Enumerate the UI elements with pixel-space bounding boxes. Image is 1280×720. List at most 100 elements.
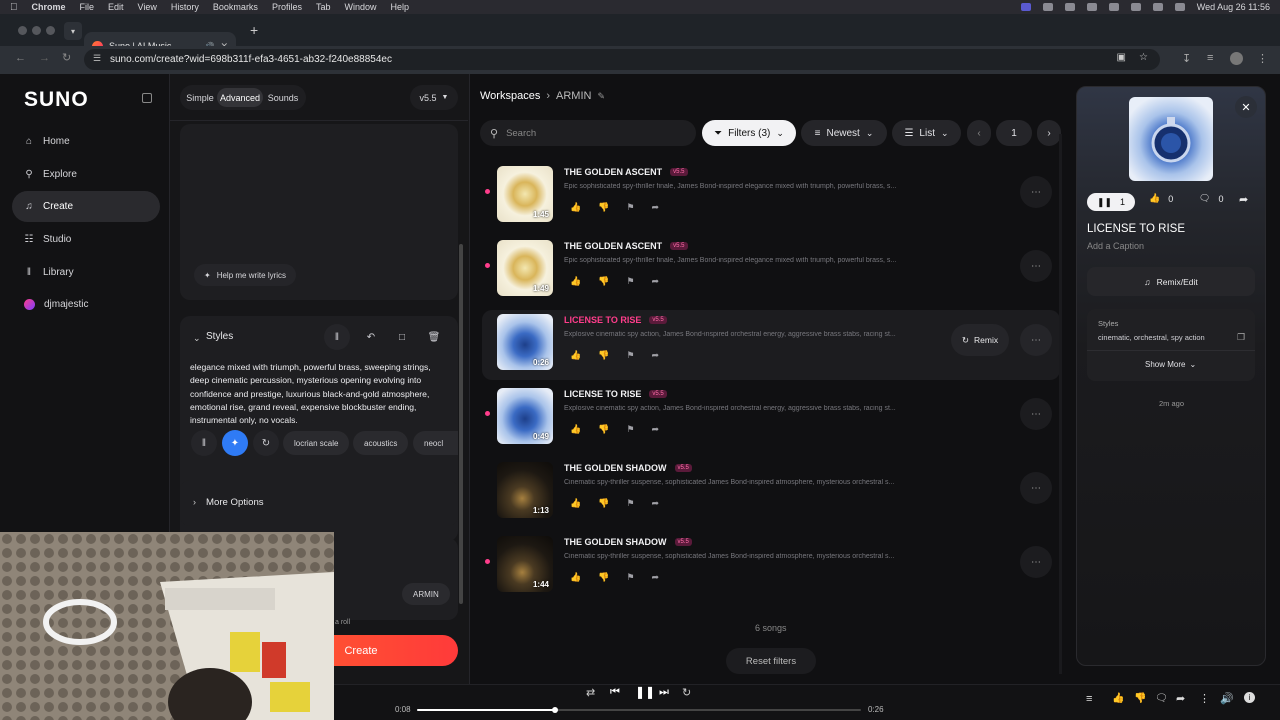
shuffle-icon[interactable]: ⇄: [586, 686, 595, 699]
page-number-input[interactable]: 1: [996, 120, 1032, 146]
caption-input[interactable]: Add a Caption: [1087, 241, 1144, 251]
thumbs-down-icon[interactable]: 👎: [598, 350, 609, 361]
mode-simple-tab[interactable]: Simple: [184, 88, 216, 107]
pin-icon[interactable]: ⚑: [626, 350, 634, 361]
more-options-card[interactable]: › More Options: [180, 480, 458, 526]
share-icon[interactable]: ➦: [652, 350, 660, 361]
chevron-down-icon[interactable]: ⌄: [193, 333, 201, 344]
song-row[interactable]: 1:49 THE GOLDEN ASCENT v5.5 Epic sophistica…: [482, 236, 1060, 306]
more-options-button[interactable]: ⋯: [1020, 176, 1052, 208]
menu-profiles[interactable]: Profiles: [272, 2, 302, 12]
next-track-icon[interactable]: ⏭: [659, 686, 669, 699]
song-row[interactable]: 1:13 THE GOLDEN SHADOW v5.5 Cinematic spy-t…: [482, 458, 1060, 528]
window-close-button[interactable]: [18, 26, 27, 35]
progress-track[interactable]: [417, 707, 861, 713]
song-title[interactable]: THE GOLDEN ASCENT: [564, 167, 662, 177]
share-icon[interactable]: ➦: [1176, 692, 1185, 705]
song-row[interactable]: 0:26 LICENSE TO RISE v5.5 Explosive cinemat…: [482, 310, 1060, 380]
menu-edit[interactable]: Edit: [108, 2, 124, 12]
status-battery-icon[interactable]: [1108, 3, 1119, 11]
pin-icon[interactable]: ⚑: [626, 202, 634, 213]
pin-icon[interactable]: ⚑: [626, 572, 634, 583]
undo-icon[interactable]: ↶: [358, 324, 384, 350]
thumbs-up-icon[interactable]: 👍: [1112, 693, 1124, 704]
delete-icon[interactable]: 🗑: [421, 324, 447, 350]
song-cover-art[interactable]: 0:49: [497, 388, 553, 444]
style-library-icon[interactable]: ‖: [191, 430, 217, 456]
menu-file[interactable]: File: [80, 2, 95, 12]
song-cover-art[interactable]: 0:26: [497, 314, 553, 370]
thumbs-up-icon[interactable]: 👍: [570, 424, 581, 435]
menu-window[interactable]: Window: [344, 2, 376, 12]
menu-history[interactable]: History: [171, 2, 199, 12]
magic-wand-icon[interactable]: ✦: [222, 430, 248, 456]
thumbs-up-icon[interactable]: 👍: [570, 350, 581, 361]
breadcrumb-workspaces[interactable]: Workspaces: [480, 90, 540, 102]
breadcrumb-current[interactable]: ARMIN: [556, 90, 591, 102]
reset-filters-button[interactable]: Reset filters: [726, 648, 816, 674]
mode-advanced-tab[interactable]: Advanced: [217, 88, 263, 107]
mode-sounds-tab[interactable]: Sounds: [265, 88, 301, 107]
reload-icon[interactable]: ↻: [62, 51, 71, 64]
remix-button[interactable]: ↻ Remix: [951, 324, 1009, 356]
thumbs-down-icon[interactable]: 👎: [598, 498, 609, 509]
thumbs-up-icon[interactable]: 👍: [570, 572, 581, 583]
thumbs-down-icon[interactable]: 👎: [598, 572, 609, 583]
sidebar-item-studio[interactable]: ☷ Studio: [12, 224, 160, 255]
info-icon[interactable]: i: [1244, 692, 1255, 703]
window-zoom-button[interactable]: [46, 26, 55, 35]
volume-icon[interactable]: 🔊: [1220, 692, 1234, 705]
share-icon[interactable]: ➦: [652, 276, 660, 287]
share-icon[interactable]: ➦: [652, 424, 660, 435]
sort-button[interactable]: ≡ Newest ⌄: [801, 120, 887, 146]
status-record-icon[interactable]: [1086, 3, 1097, 11]
more-options-button[interactable]: ⋯: [1020, 250, 1052, 282]
more-icon[interactable]: ⋮: [1199, 692, 1210, 705]
show-more-button[interactable]: Show More ⌄: [1145, 360, 1196, 369]
pin-icon[interactable]: ⚑: [626, 498, 634, 509]
status-wifi-icon[interactable]: [1130, 3, 1141, 11]
style-tag[interactable]: locrian scale: [283, 431, 350, 455]
thumbs-up-icon[interactable]: 👍: [570, 202, 581, 213]
style-tag[interactable]: neocl: [413, 431, 458, 455]
song-cover-art[interactable]: 1:13: [497, 462, 553, 518]
back-icon[interactable]: ←: [15, 52, 26, 64]
close-icon[interactable]: ✕: [1235, 96, 1257, 118]
play-count-button[interactable]: ❚❚ 1: [1087, 193, 1135, 211]
url-bar[interactable]: ☰ suno.com/create?wid=698b311f-efa3-4651…: [84, 49, 1160, 70]
next-page-button[interactable]: ›: [1037, 120, 1061, 146]
menu-app-name[interactable]: Chrome: [32, 2, 66, 12]
style-tag[interactable]: acoustics: [353, 431, 409, 455]
help-write-lyrics-button[interactable]: ✦ Help me write lyrics: [194, 264, 297, 286]
site-info-icon[interactable]: ☰: [93, 53, 101, 64]
sidebar-item-profile[interactable]: djmajestic: [12, 289, 160, 320]
tab-search-icon[interactable]: ▾: [64, 22, 82, 40]
menu-view[interactable]: View: [138, 2, 157, 12]
install-app-icon[interactable]: ▣: [1117, 52, 1126, 63]
thumbs-down-icon[interactable]: 👎: [598, 202, 609, 213]
like-button[interactable]: 👍 0: [1149, 193, 1173, 204]
more-options-button[interactable]: ⋯: [1020, 546, 1052, 578]
status-search-icon[interactable]: [1152, 3, 1163, 11]
thumbs-up-icon[interactable]: 👍: [570, 276, 581, 287]
status-display-icon[interactable]: [1064, 3, 1075, 11]
copy-icon[interactable]: ❐: [1237, 332, 1245, 343]
save-style-icon[interactable]: □: [389, 324, 415, 350]
song-cover-art[interactable]: 1:45: [497, 166, 553, 222]
previous-page-button[interactable]: ‹: [967, 120, 991, 146]
suno-logo[interactable]: SUNO: [24, 88, 89, 112]
more-options-button[interactable]: ⋯: [1020, 398, 1052, 430]
song-cover-art[interactable]: 1:49: [497, 240, 553, 296]
thumbs-up-icon[interactable]: 👍: [570, 498, 581, 509]
share-icon[interactable]: ➦: [652, 572, 660, 583]
song-row[interactable]: 0:49 LICENSE TO RISE v5.5 Explosive cinemat…: [482, 384, 1060, 454]
comments-button[interactable]: 🗨 0: [1199, 193, 1223, 204]
menu-help[interactable]: Help: [390, 2, 409, 12]
status-control-center-icon[interactable]: [1174, 3, 1185, 11]
profile-avatar[interactable]: [1230, 52, 1243, 65]
pin-icon[interactable]: ⚑: [626, 424, 634, 435]
more-options-button[interactable]: ⋯: [1020, 324, 1052, 356]
song-title[interactable]: LICENSE TO RISE: [564, 389, 641, 399]
bookmark-star-icon[interactable]: ☆: [1139, 52, 1148, 63]
forward-icon[interactable]: →: [39, 52, 50, 64]
